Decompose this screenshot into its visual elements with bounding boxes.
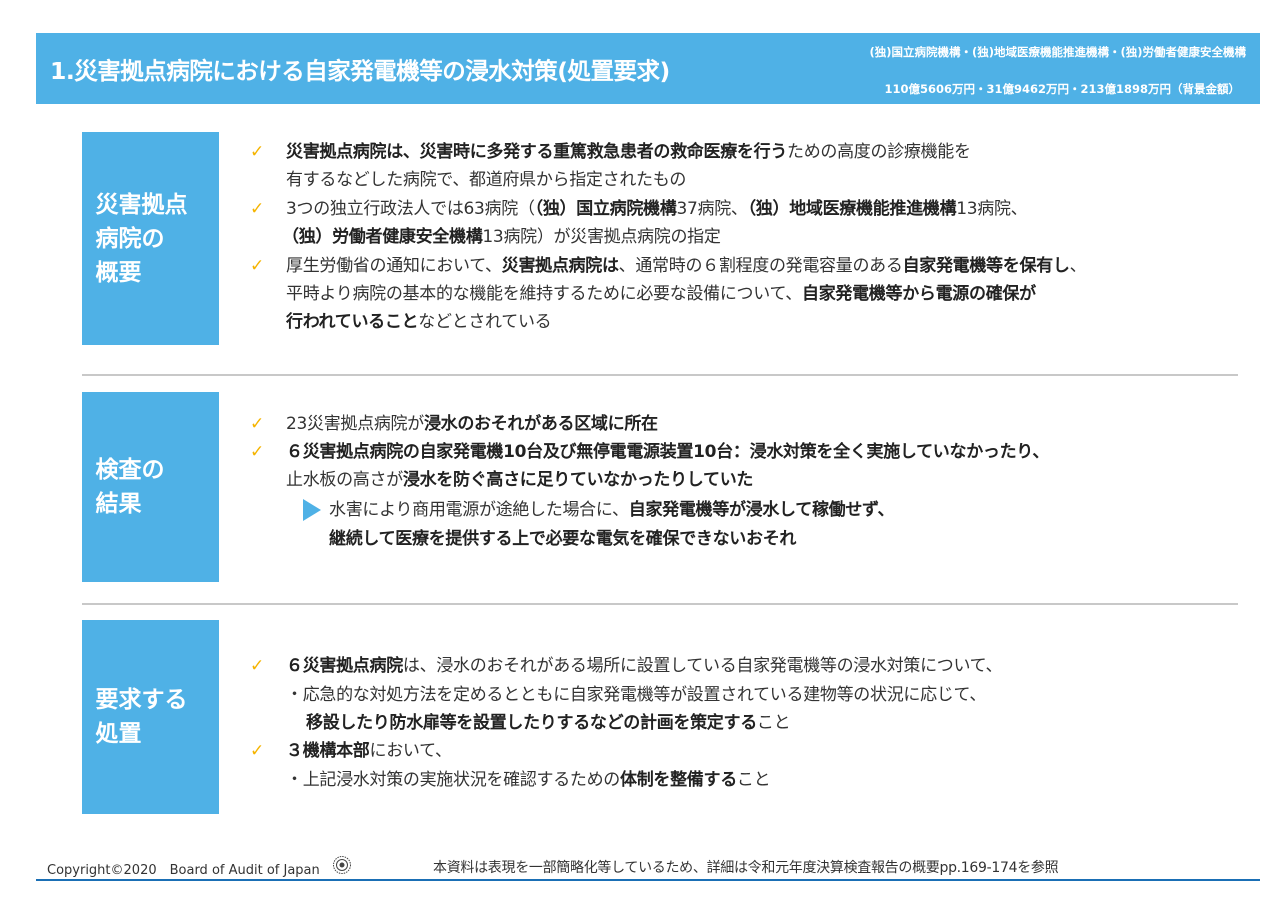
section-divider	[82, 603, 1238, 605]
actions-line-4: ３機構本部において、	[286, 741, 452, 761]
check-icon: ✓	[250, 656, 265, 676]
results-consequence-line-1: 水害により商用電源が途絶した場合に、自家発電機等が浸水して稼働せず、	[329, 500, 895, 520]
section-label-overview: 災害拠点 病院の 概要	[82, 132, 219, 345]
arrow-right-icon	[303, 499, 321, 521]
results-consequence-line-2: 継続して医療を提供する上で必要な電気を確保できないおそれ	[329, 529, 797, 549]
section-label-text: 災害拠点 病院の 概要	[95, 191, 188, 286]
check-icon: ✓	[250, 414, 265, 434]
overview-line-1: 災害拠点病院は、災害時に多発する重篤救急患者の救命医療を行うための高度の診療機能…	[286, 142, 971, 162]
overview-line-2: 有するなどした病院で、都道府県から指定されたもの	[286, 170, 687, 190]
section-divider	[82, 374, 1238, 376]
actions-line-2: ・応急的な対処方法を定めるとともに自家発電機等が設置されている建物等の状況に応じ…	[286, 685, 987, 705]
copyright-text: Copyright©2020 Board of Audit of Japan	[47, 863, 320, 878]
overview-line-6: 平時より病院の基本的な機能を維持するために必要な設備について、自家発電機等から電…	[286, 284, 1036, 304]
overview-line-7: 行われていることなどとされている	[286, 312, 552, 332]
page-title: 1.災害拠点病院における自家発電機等の浸水対策(処置要求)	[50, 57, 670, 85]
reference-note: 本資料は表現を一部簡略化等しているため、詳細は令和元年度決算検査報告の概要pp.…	[433, 860, 1059, 876]
footer-divider	[36, 879, 1260, 881]
overview-line-4: （独）労働者健康安全機構13病院）が災害拠点病院の指定	[282, 227, 721, 247]
results-line-2: ６災害拠点病院の自家発電機10台及び無停電電源装置10台：浸水対策を全く実施して…	[286, 442, 1050, 462]
section-label-text: 要求する 処置	[95, 687, 188, 747]
check-icon: ✓	[250, 199, 265, 219]
target-organizations: (独)国立病院機構・(独)地域医療機能推進機構・(独)労働者健康安全機構	[869, 45, 1246, 59]
title-banner: 1.災害拠点病院における自家発電機等の浸水対策(処置要求) (独)国立病院機構・…	[36, 33, 1260, 104]
background-amounts: 110億5606万円・31億9462万円・213億1898万円（背景金額）	[884, 82, 1240, 96]
results-line-1: 23災害拠点病院が浸水のおそれがある区域に所在	[286, 414, 658, 434]
check-icon: ✓	[250, 256, 265, 276]
overview-line-3: 3つの独立行政法人では63病院（（独）国立病院機構37病院、（独）地域医療機能推…	[286, 199, 1028, 219]
actions-line-5: ・上記浸水対策の実施状況を確認するための体制を整備すること	[286, 770, 771, 790]
section-label-actions: 要求する 処置	[82, 620, 219, 814]
actions-line-3: 移設したり防水扉等を設置したりするなどの計画を策定すること	[306, 713, 791, 733]
check-icon: ✓	[250, 741, 265, 761]
overview-line-5: 厚生労働省の通知において、災害拠点病院は、通常時の６割程度の発電容量のある自家発…	[286, 256, 1087, 276]
check-icon: ✓	[250, 442, 265, 462]
actions-line-1: ６災害拠点病院は、浸水のおそれがある場所に設置している自家発電機等の浸水対策につ…	[286, 656, 1003, 676]
results-line-3: 止水板の高さが浸水を防ぐ高さに足りていなかったりしていた	[286, 470, 754, 490]
board-of-audit-emblem-icon	[333, 856, 351, 874]
section-label-results: 検査の 結果	[82, 392, 219, 582]
check-icon: ✓	[250, 142, 265, 162]
section-label-text: 検査の 結果	[95, 457, 165, 517]
